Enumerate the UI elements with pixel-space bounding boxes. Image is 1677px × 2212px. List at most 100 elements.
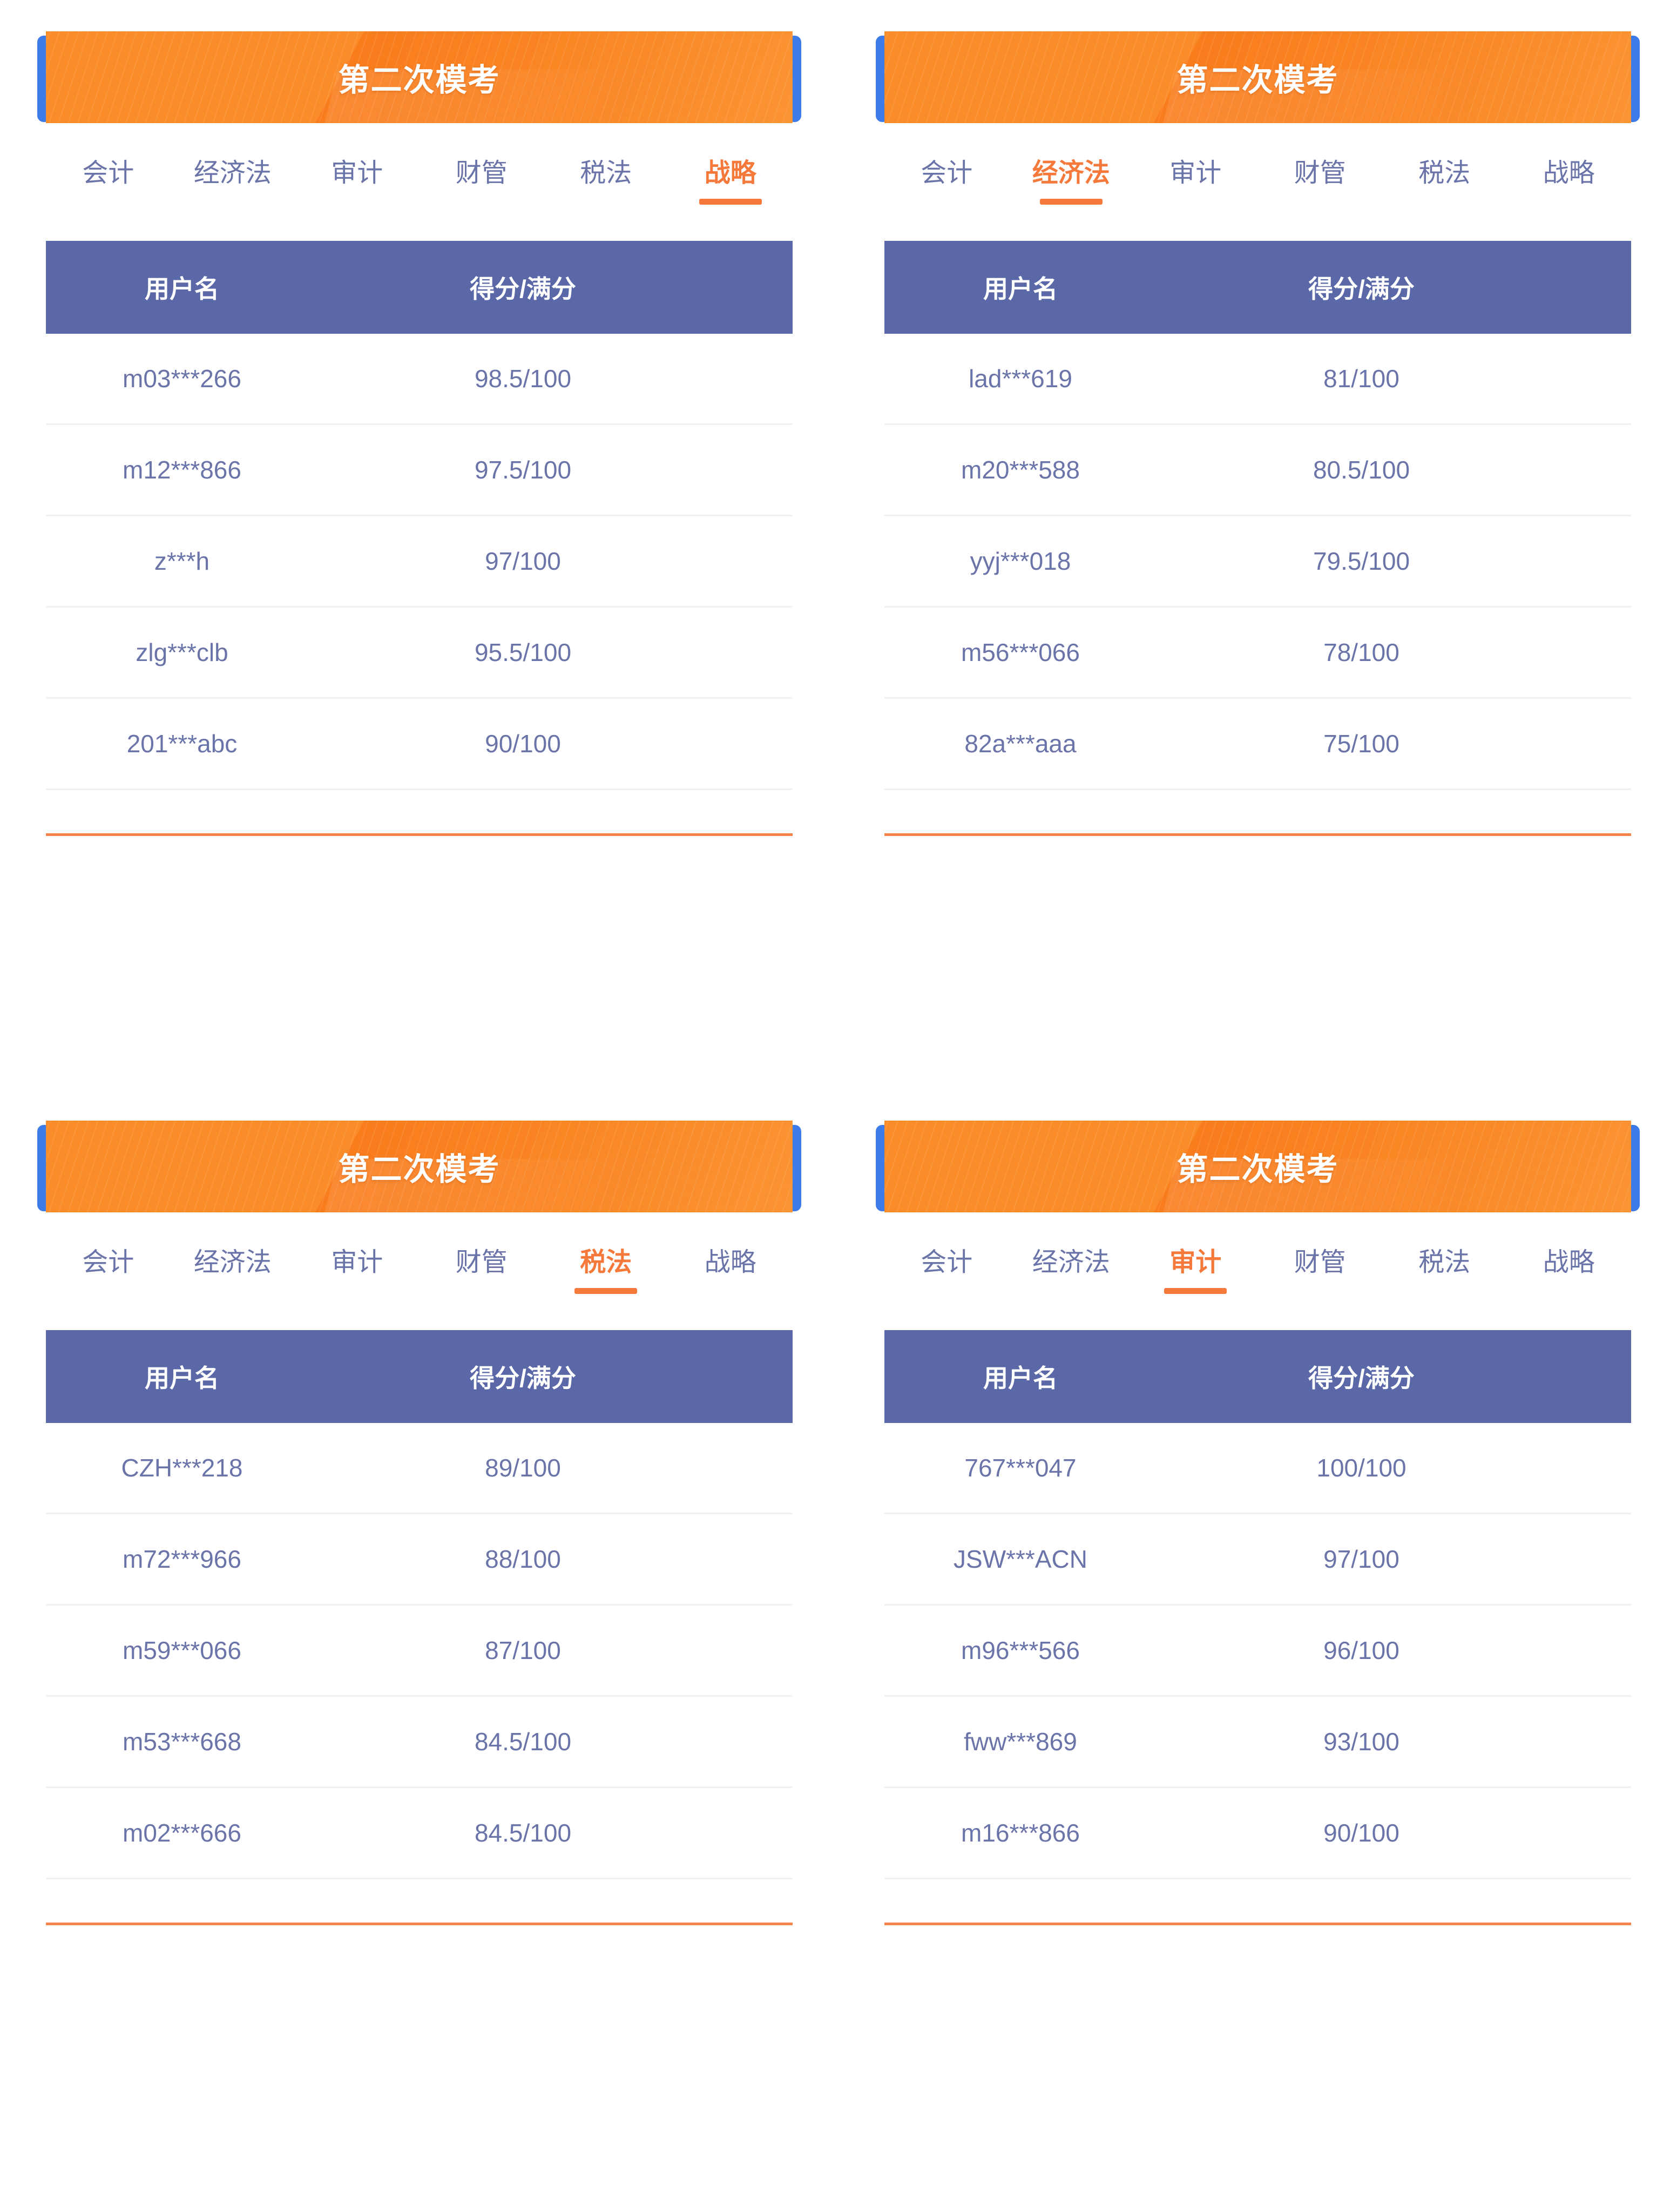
tab-economic-law[interactable]: 经济法 bbox=[171, 1249, 295, 1288]
table-row[interactable]: 201***abc 90/100 bbox=[46, 699, 793, 790]
table-row[interactable]: zlg***clb 95.5/100 bbox=[46, 608, 793, 699]
table-header-row: 用户名 得分/满分 bbox=[46, 241, 793, 334]
tab-tax-law[interactable]: 税法 bbox=[1382, 159, 1507, 199]
tab-label: 战略 bbox=[704, 159, 756, 187]
tab-label: 战略 bbox=[704, 1248, 756, 1277]
tab-label: 财管 bbox=[1294, 159, 1346, 187]
tab-audit[interactable]: 审计 bbox=[1133, 1249, 1258, 1294]
banner-backdrop: 第二次模考 bbox=[884, 1121, 1631, 1212]
table-row[interactable]: CZH***218 89/100 bbox=[46, 1423, 793, 1514]
table-row[interactable]: z***h 97/100 bbox=[46, 516, 793, 608]
exam-banner: 第二次模考 bbox=[37, 31, 801, 123]
table-row[interactable]: m53***668 84.5/100 bbox=[46, 1697, 793, 1788]
table-row[interactable]: m96***566 96/100 bbox=[884, 1606, 1631, 1697]
tab-financial-mgmt[interactable]: 财管 bbox=[1258, 1249, 1383, 1288]
tab-label: 税法 bbox=[580, 1248, 632, 1277]
tab-audit[interactable]: 审计 bbox=[295, 159, 420, 199]
subject-tabs: 会计 经济法 审计 财管 税法 战略 bbox=[46, 1249, 793, 1330]
cell-score: 75/100 bbox=[1323, 730, 1399, 758]
tab-audit[interactable]: 审计 bbox=[295, 1249, 420, 1288]
tab-label: 审计 bbox=[331, 159, 383, 187]
table-row[interactable]: m12***866 97.5/100 bbox=[46, 425, 793, 516]
cell-username: JSW***ACN bbox=[954, 1545, 1087, 1573]
panel-bottom-divider bbox=[884, 833, 1631, 836]
banner-backdrop: 第二次模考 bbox=[884, 31, 1631, 123]
tab-label: 税法 bbox=[580, 159, 632, 187]
table-row[interactable]: m02***666 84.5/100 bbox=[46, 1788, 793, 1879]
tab-economic-law[interactable]: 经济法 bbox=[1009, 159, 1134, 205]
tab-financial-mgmt[interactable]: 财管 bbox=[1258, 159, 1383, 199]
tab-accounting[interactable]: 会计 bbox=[46, 1249, 171, 1288]
table-row[interactable]: m20***588 80.5/100 bbox=[884, 425, 1631, 516]
tab-strategy[interactable]: 战略 bbox=[1507, 1249, 1632, 1288]
table-row[interactable]: lad***619 81/100 bbox=[884, 334, 1631, 425]
tab-tax-law[interactable]: 税法 bbox=[1382, 1249, 1507, 1288]
cell-score: 84.5/100 bbox=[474, 1728, 572, 1756]
tab-active-underline bbox=[574, 1288, 638, 1294]
tab-tax-law[interactable]: 税法 bbox=[544, 1249, 668, 1294]
cell-score: 79.5/100 bbox=[1313, 547, 1410, 575]
cell-username: m20***588 bbox=[961, 456, 1080, 484]
tab-audit[interactable]: 审计 bbox=[1133, 159, 1258, 199]
tab-strategy[interactable]: 战略 bbox=[668, 1249, 793, 1288]
cell-score: 100/100 bbox=[1316, 1454, 1406, 1482]
tab-label: 审计 bbox=[1169, 1248, 1222, 1277]
subject-tabs: 会计 经济法 审计 财管 税法 战略 bbox=[884, 159, 1632, 241]
tab-label: 税法 bbox=[1418, 159, 1471, 187]
cell-username: 767***047 bbox=[964, 1454, 1077, 1482]
table-row[interactable]: fww***869 93/100 bbox=[884, 1697, 1631, 1788]
table-row[interactable]: m72***966 88/100 bbox=[46, 1514, 793, 1606]
tab-accounting[interactable]: 会计 bbox=[884, 159, 1009, 199]
cell-score: 97.5/100 bbox=[474, 456, 572, 484]
column-header-username: 用户名 bbox=[145, 1364, 219, 1392]
banner-backdrop: 第二次模考 bbox=[46, 31, 793, 123]
cell-username: m72***966 bbox=[123, 1545, 241, 1573]
tab-accounting[interactable]: 会计 bbox=[46, 159, 171, 199]
tab-active-underline bbox=[1164, 1288, 1227, 1294]
tab-label: 会计 bbox=[82, 159, 134, 187]
tab-strategy[interactable]: 战略 bbox=[1507, 159, 1632, 199]
ranking-table: 用户名 得分/满分 m03***266 98.5/100 m12***866 97.… bbox=[46, 241, 793, 790]
cell-username: m53***668 bbox=[123, 1728, 241, 1756]
cell-username: m96***566 bbox=[961, 1636, 1080, 1664]
table-body: 767***047 100/100 JSW***ACN 97/100 m96***5… bbox=[884, 1423, 1631, 1879]
tab-financial-mgmt[interactable]: 财管 bbox=[420, 159, 544, 199]
table-row[interactable]: JSW***ACN 97/100 bbox=[884, 1514, 1631, 1606]
column-header-score: 得分/满分 bbox=[1308, 1364, 1415, 1392]
cell-score: 84.5/100 bbox=[474, 1819, 572, 1847]
tab-label: 审计 bbox=[331, 1248, 383, 1277]
cell-username: m12***866 bbox=[123, 456, 241, 484]
cell-score: 98.5/100 bbox=[474, 365, 572, 393]
cell-score: 89/100 bbox=[485, 1454, 561, 1482]
table-row[interactable]: 767***047 100/100 bbox=[884, 1423, 1631, 1514]
cell-score: 97/100 bbox=[1323, 1545, 1399, 1573]
cell-score: 87/100 bbox=[485, 1636, 561, 1664]
tab-economic-law[interactable]: 经济法 bbox=[171, 159, 295, 199]
cell-username: lad***619 bbox=[969, 365, 1072, 393]
tab-label: 会计 bbox=[921, 159, 973, 187]
exam-banner: 第二次模考 bbox=[876, 1121, 1640, 1212]
tab-tax-law[interactable]: 税法 bbox=[544, 159, 668, 199]
exam-panel: 第二次模考 会计 经济法 审计 财管 税法 战略 用户名 得分/满分 m03**… bbox=[0, 0, 838, 1089]
tab-label: 会计 bbox=[921, 1248, 973, 1277]
cell-username: CZH***218 bbox=[121, 1454, 243, 1482]
table-header-row: 用户名 得分/满分 bbox=[46, 1330, 793, 1423]
table-row[interactable]: yyj***018 79.5/100 bbox=[884, 516, 1631, 608]
ranking-table: 用户名 得分/满分 lad***619 81/100 m20***588 80.5/… bbox=[884, 241, 1631, 790]
tab-label: 财管 bbox=[455, 1248, 508, 1277]
tab-accounting[interactable]: 会计 bbox=[884, 1249, 1009, 1288]
panel-bottom-divider bbox=[46, 1923, 793, 1925]
column-header-score: 得分/满分 bbox=[1308, 275, 1415, 303]
tab-financial-mgmt[interactable]: 财管 bbox=[420, 1249, 544, 1288]
table-row[interactable]: m59***066 87/100 bbox=[46, 1606, 793, 1697]
table-row[interactable]: 82a***aaa 75/100 bbox=[884, 699, 1631, 790]
banner-backdrop: 第二次模考 bbox=[46, 1121, 793, 1212]
table-row[interactable]: m03***266 98.5/100 bbox=[46, 334, 793, 425]
tab-strategy[interactable]: 战略 bbox=[668, 159, 793, 205]
cell-username: 201***abc bbox=[126, 730, 238, 758]
tab-economic-law[interactable]: 经济法 bbox=[1009, 1249, 1134, 1288]
cell-username: zlg***clb bbox=[136, 638, 228, 666]
panel-bottom-divider bbox=[46, 833, 793, 836]
table-row[interactable]: m56***066 78/100 bbox=[884, 608, 1631, 699]
table-row[interactable]: m16***866 90/100 bbox=[884, 1788, 1631, 1879]
